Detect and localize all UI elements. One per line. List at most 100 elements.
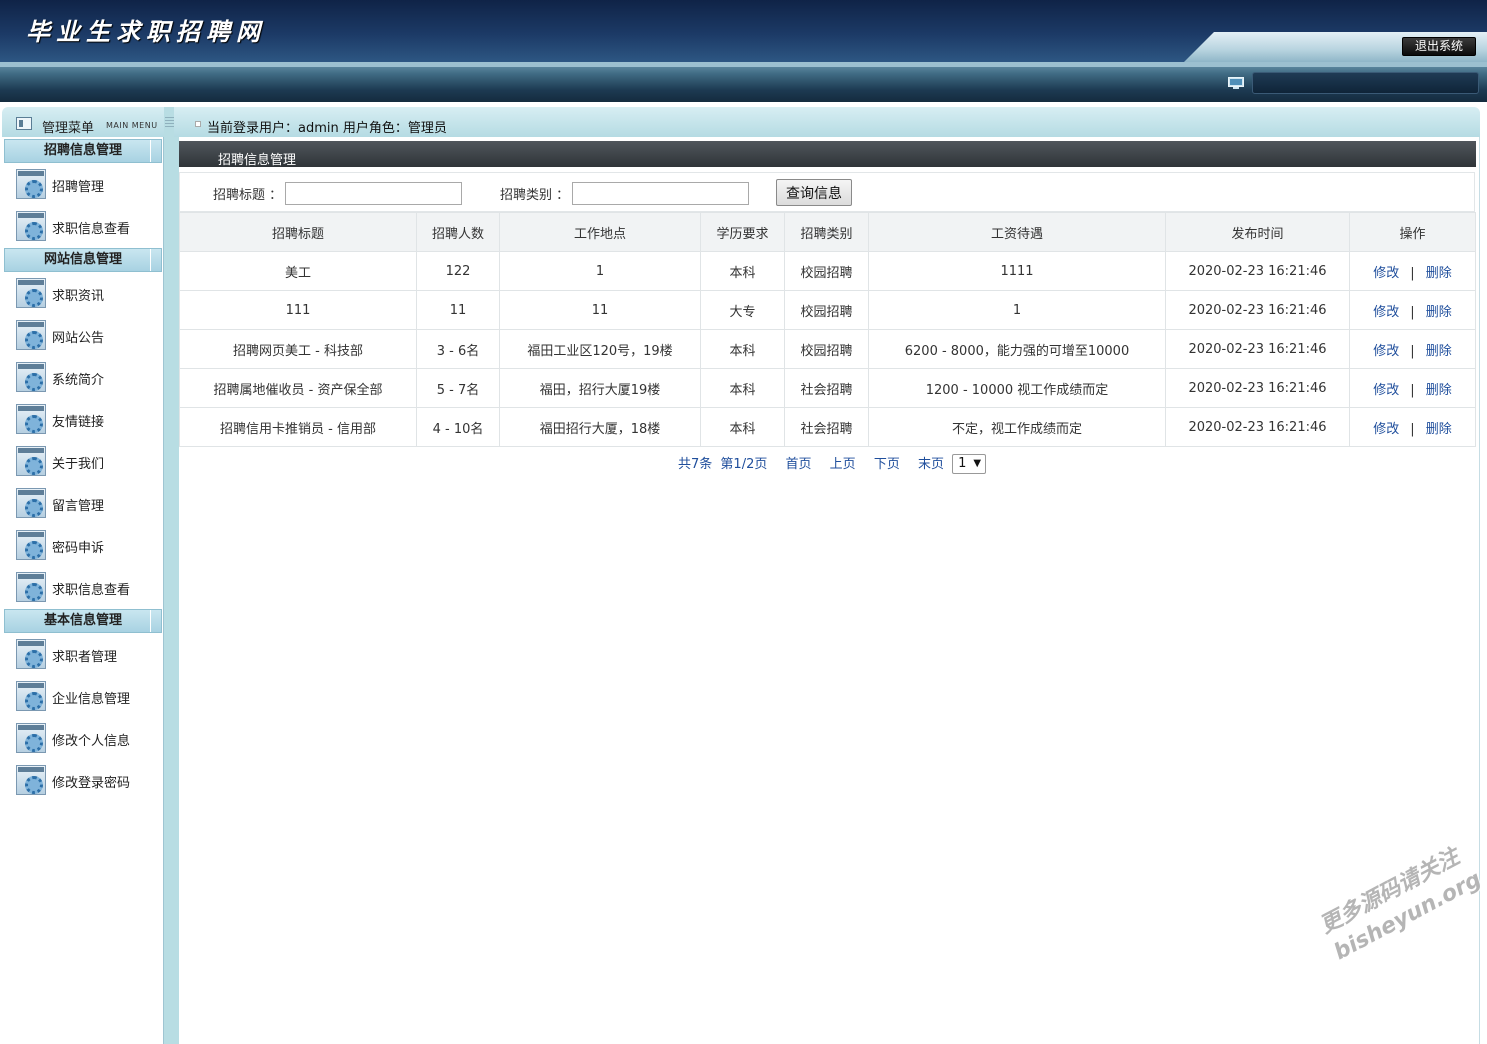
- sidebar-item-label: 企业信息管理: [52, 692, 131, 707]
- gear-icon: [16, 639, 46, 669]
- action-separator: |: [1410, 343, 1415, 359]
- sidebar-item-company-manage[interactable]: 企业信息管理: [16, 679, 162, 713]
- sidebar-item-edit-profile[interactable]: 修改个人信息: [16, 721, 162, 755]
- page-select[interactable]: 1 ▼: [952, 453, 987, 474]
- last-page-link[interactable]: 末页: [918, 453, 944, 472]
- status-panel: [1252, 72, 1479, 94]
- cell-time: 2020-02-23 16:21:46: [1165, 407, 1350, 447]
- column-header: 招聘标题: [179, 212, 417, 252]
- cell-title: 招聘网页美工 - 科技部: [179, 329, 417, 369]
- sidebar-item-label: 修改个人信息: [52, 734, 131, 749]
- sidebar-item-change-password[interactable]: 修改登录密码: [16, 763, 162, 797]
- sidebar-item-label: 网站公告: [52, 331, 105, 346]
- group-header-website[interactable]: 网站信息管理: [4, 248, 162, 272]
- cell-category: 校园招聘: [784, 290, 869, 330]
- column-header: 招聘人数: [416, 212, 500, 252]
- pagination: 共7条 第1/2页 首页 上页 下页 末页 1 ▼: [678, 453, 987, 475]
- sidebar-item-jobseeker-view[interactable]: 求职信息查看: [16, 209, 162, 243]
- cell-actions: 修改 | 删除: [1349, 329, 1476, 369]
- delete-link[interactable]: 删除: [1426, 305, 1452, 320]
- current-user-info: 当前登录用户：admin 用户角色：管理员: [207, 121, 447, 136]
- sidebar-splitter[interactable]: [164, 107, 174, 1044]
- edit-link[interactable]: 修改: [1373, 266, 1399, 281]
- edit-link[interactable]: 修改: [1373, 344, 1399, 359]
- column-header: 操作: [1349, 212, 1476, 252]
- cell-salary: 1111: [868, 251, 1166, 291]
- gear-icon: [16, 278, 46, 308]
- gear-icon: [16, 488, 46, 518]
- column-header: 学历要求: [700, 212, 785, 252]
- sidebar-item-news[interactable]: 求职资讯: [16, 276, 162, 310]
- cell-location: 福田招行大厦，18楼: [499, 407, 701, 447]
- cell-time: 2020-02-23 16:21:46: [1165, 290, 1350, 330]
- cell-count: 122: [416, 251, 500, 291]
- sidebar-item-label: 招聘管理: [52, 180, 105, 195]
- title-search-input[interactable]: [285, 182, 462, 205]
- category-search-input[interactable]: [572, 182, 749, 205]
- edit-link[interactable]: 修改: [1373, 305, 1399, 320]
- sidebar-item-about-us[interactable]: 关于我们: [16, 444, 162, 478]
- gear-icon: [16, 320, 46, 350]
- gear-icon: [16, 169, 46, 199]
- sidebar-item-jobseeker-view-2[interactable]: 求职信息查看: [16, 570, 162, 604]
- column-header: 招聘类别: [784, 212, 869, 252]
- action-separator: |: [1410, 382, 1415, 398]
- title-search-label: 招聘标题 ：: [213, 188, 283, 203]
- cell-education: 本科: [700, 329, 785, 369]
- cell-time: 2020-02-23 16:21:46: [1165, 329, 1350, 369]
- delete-link[interactable]: 删除: [1426, 344, 1452, 359]
- cell-salary: 1: [868, 290, 1166, 330]
- sidebar-item-friend-links[interactable]: 友情链接: [16, 402, 162, 436]
- cell-salary: 不定，视工作成绩而定: [868, 407, 1166, 447]
- action-separator: |: [1410, 421, 1415, 437]
- edit-link[interactable]: 修改: [1373, 383, 1399, 398]
- group-header-basic[interactable]: 基本信息管理: [4, 609, 162, 633]
- toolbar-band-highlight: [0, 62, 1487, 67]
- cell-title: 111: [179, 290, 417, 330]
- logout-button[interactable]: 退出系统: [1402, 37, 1476, 56]
- table-header-row: 招聘标题 招聘人数 工作地点 学历要求 招聘类别 工资待遇 发布时间 操作: [179, 212, 1476, 252]
- cell-time: 2020-02-23 16:21:46: [1165, 251, 1350, 291]
- delete-link[interactable]: 删除: [1426, 422, 1452, 437]
- chevron-down-icon: ▼: [973, 457, 982, 469]
- sidebar-item-password-appeal[interactable]: 密码申诉: [16, 528, 162, 562]
- recruitment-table: 招聘标题 招聘人数 工作地点 学历要求 招聘类别 工资待遇 发布时间 操作 美工…: [179, 212, 1476, 447]
- sidebar-item-recruitment-manage[interactable]: 招聘管理: [16, 167, 162, 201]
- gear-icon: [16, 404, 46, 434]
- cell-education: 本科: [700, 407, 785, 447]
- site-title: 毕业生求职招聘网: [26, 17, 266, 46]
- sidebar-item-messages[interactable]: 留言管理: [16, 486, 162, 520]
- sidebar-item-announcement[interactable]: 网站公告: [16, 318, 162, 352]
- sidebar-item-system-intro[interactable]: 系统简介: [16, 360, 162, 394]
- table-row: 招聘属地催收员 - 资产保全部 5 - 7名 福田，招行大厦19楼 本科 社会招…: [179, 368, 1476, 408]
- menu-title-en: MAIN MENU: [106, 121, 158, 130]
- first-page-link[interactable]: 首页: [786, 453, 812, 472]
- sidebar-item-label: 密码申诉: [52, 541, 105, 556]
- cell-title: 美工: [179, 251, 417, 291]
- prev-page-link[interactable]: 上页: [830, 453, 856, 472]
- sidebar-item-label: 求职者管理: [52, 650, 118, 665]
- next-page-link[interactable]: 下页: [874, 453, 900, 472]
- cell-category: 校园招聘: [784, 251, 869, 291]
- cell-count: 11: [416, 290, 500, 330]
- delete-link[interactable]: 删除: [1426, 266, 1452, 281]
- edit-link[interactable]: 修改: [1373, 422, 1399, 437]
- cell-actions: 修改 | 删除: [1349, 290, 1476, 330]
- search-button[interactable]: 查询信息: [776, 179, 852, 206]
- cell-category: 社会招聘: [784, 368, 869, 408]
- category-search-label: 招聘类别 ：: [500, 188, 570, 203]
- delete-link[interactable]: 删除: [1426, 383, 1452, 398]
- gear-icon: [16, 572, 46, 602]
- cell-location: 11: [499, 290, 701, 330]
- monitor-icon: [1228, 77, 1244, 89]
- cell-salary: 6200 - 8000，能力强的可增至10000: [868, 329, 1166, 369]
- sidebar-item-jobseeker-manage[interactable]: 求职者管理: [16, 637, 162, 671]
- cell-title: 招聘信用卡推销员 - 信用部: [179, 407, 417, 447]
- gear-icon: [16, 446, 46, 476]
- cell-location: 1: [499, 251, 701, 291]
- cell-count: 5 - 7名: [416, 368, 500, 408]
- group-header-recruitment[interactable]: 招聘信息管理: [4, 139, 162, 163]
- cell-category: 校园招聘: [784, 329, 869, 369]
- gear-icon: [16, 362, 46, 392]
- cell-education: 本科: [700, 251, 785, 291]
